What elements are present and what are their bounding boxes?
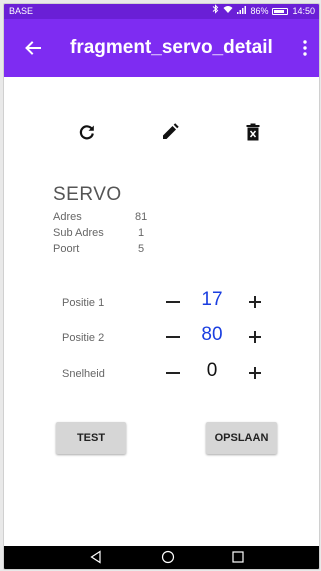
page-title: fragment_servo_detail [70, 37, 273, 58]
field-value-poort: 5 [138, 243, 145, 255]
snelheid-label: Snelheid [62, 368, 105, 380]
positie-2-value: 80 [201, 324, 223, 345]
positie-1-label: Positie 1 [62, 297, 105, 309]
servo-title: SERVO [53, 184, 122, 205]
battery-percent: 86% [250, 6, 269, 16]
field-value-adres: 81 [135, 211, 148, 223]
carrier-label: BASE [9, 6, 34, 16]
more-vert-icon[interactable] [297, 36, 313, 60]
battery-icon [272, 8, 289, 15]
save-button[interactable]: OPSLAAN [206, 422, 277, 454]
bluetooth-icon [212, 4, 219, 19]
clock: 14:50 [292, 6, 315, 16]
refresh-icon[interactable] [73, 118, 101, 146]
wifi-icon [223, 4, 233, 19]
snelheid-decrement-button[interactable] [162, 362, 184, 384]
field-label-adres: Adres [53, 211, 82, 223]
field-label-sub-adres: Sub Adres [53, 227, 104, 239]
navigation-bar [4, 546, 319, 569]
trash-icon[interactable] [239, 118, 267, 146]
pencil-icon[interactable] [156, 118, 184, 146]
signal-icon [237, 4, 247, 19]
positie-2-decrement-button[interactable] [162, 326, 184, 348]
snelheid-increment-button[interactable] [244, 362, 266, 384]
phone-screen: BASE 86% 14:50 fragment_servo_detail SER… [3, 3, 320, 570]
positie-1-increment-button[interactable] [244, 291, 266, 313]
status-bar: BASE 86% 14:50 [4, 4, 319, 19]
field-label-poort: Poort [53, 243, 80, 255]
home-circle-icon[interactable] [161, 550, 175, 569]
status-icons: 86% 14:50 [212, 4, 315, 19]
back-triangle-icon[interactable] [89, 550, 103, 569]
positie-1-value: 17 [201, 289, 223, 310]
positie-1-decrement-button[interactable] [162, 291, 184, 313]
arrow-back-icon[interactable] [21, 36, 45, 60]
test-button[interactable]: TEST [56, 422, 126, 454]
positie-2-increment-button[interactable] [244, 326, 266, 348]
positie-2-label: Positie 2 [62, 332, 105, 344]
recents-square-icon[interactable] [231, 550, 245, 569]
snelheid-value: 0 [206, 360, 218, 381]
field-value-sub-adres: 1 [138, 227, 145, 239]
app-bar: fragment_servo_detail [4, 19, 319, 77]
